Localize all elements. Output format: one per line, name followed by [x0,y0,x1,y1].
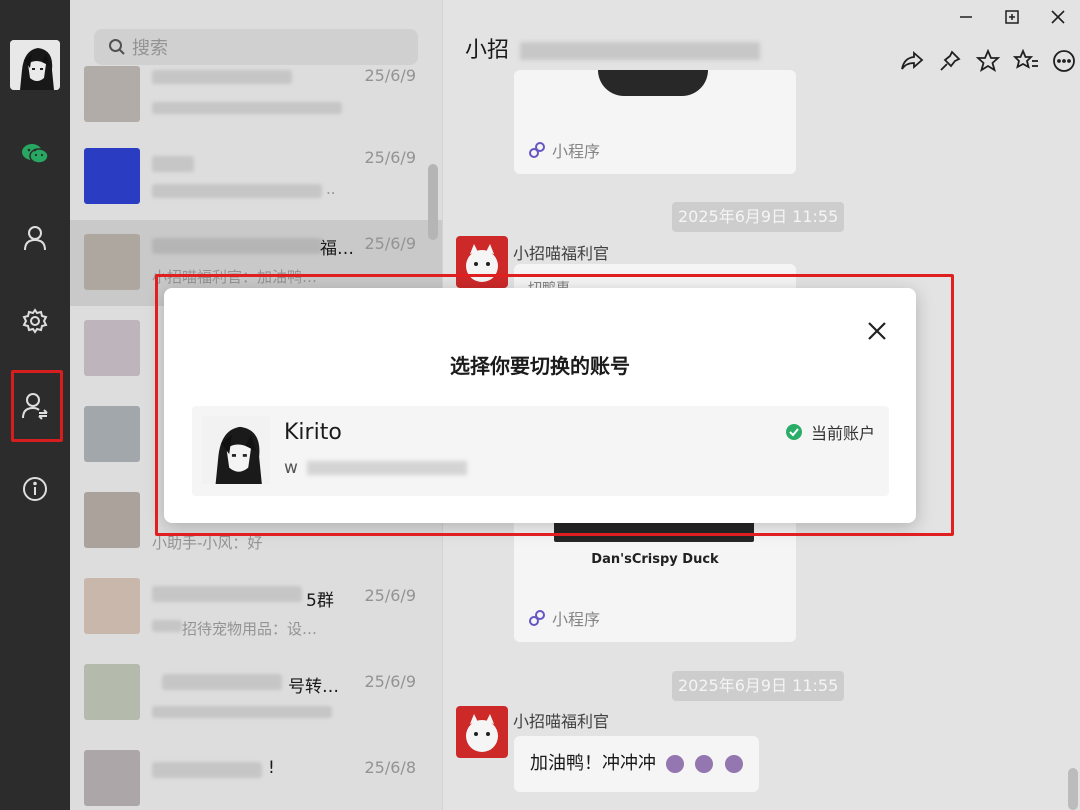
dialog-highlight [155,274,954,536]
